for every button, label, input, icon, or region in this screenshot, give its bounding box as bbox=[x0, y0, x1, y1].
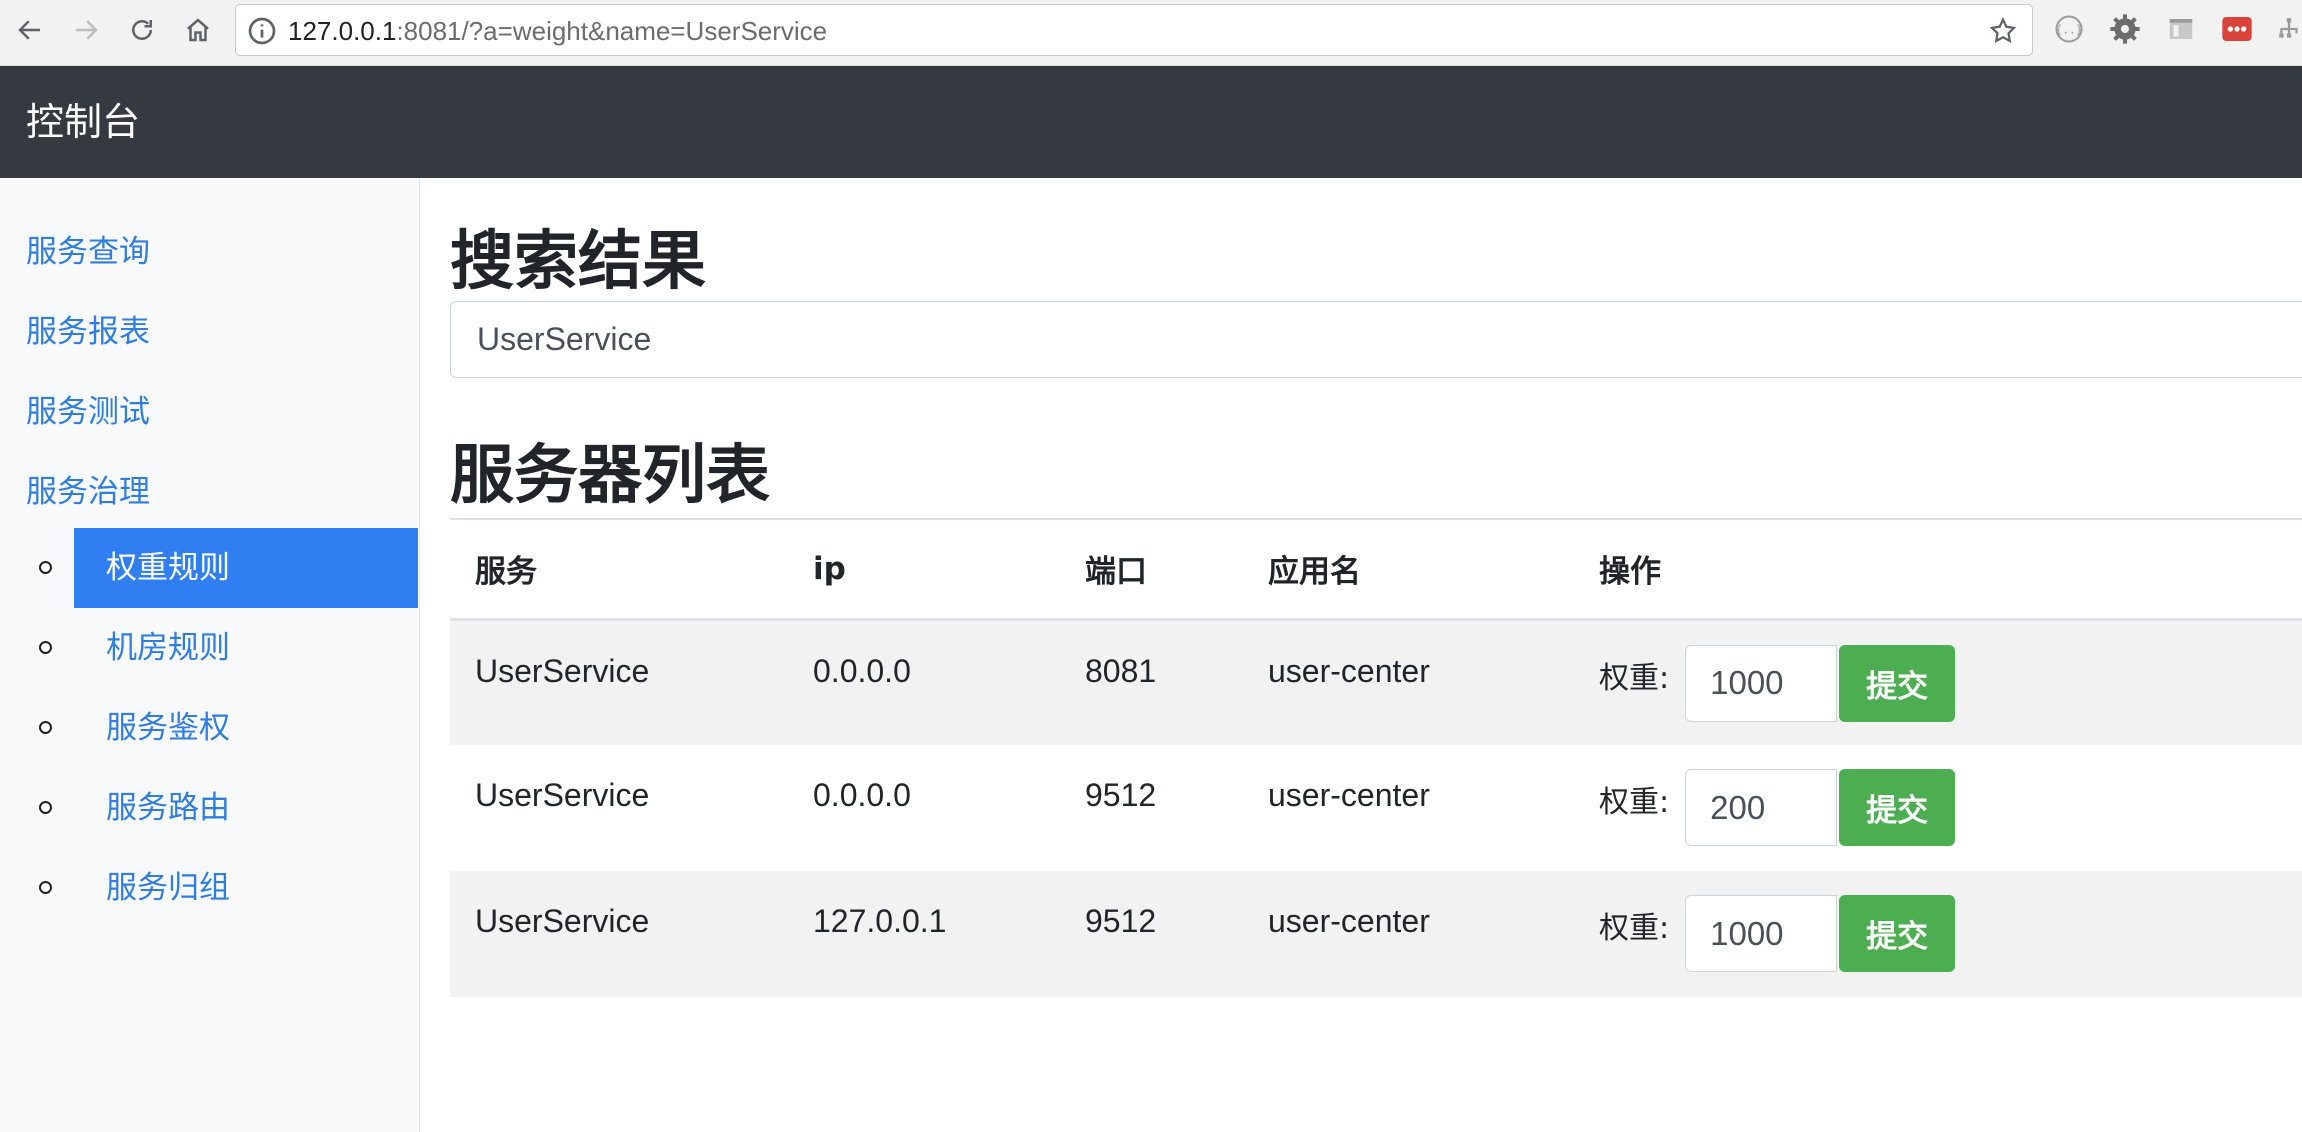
table-row: UserService 0.0.0.0 8081 user-center 权重:… bbox=[450, 619, 2302, 745]
submit-button[interactable]: 提交 bbox=[1839, 769, 1956, 846]
info-icon[interactable] bbox=[246, 15, 278, 47]
code-extension-icon[interactable]: {..} bbox=[2052, 12, 2086, 46]
sidebar-item-service-test[interactable]: 服务测试 bbox=[26, 386, 150, 431]
sidebar-subitem-datacenter-rules[interactable]: 机房规则 bbox=[0, 608, 420, 688]
weight-label: 权重: bbox=[1599, 785, 1670, 820]
back-arrow-icon[interactable] bbox=[8, 8, 52, 52]
cell-app: user-center bbox=[1243, 871, 1574, 997]
lastpass-icon[interactable] bbox=[2220, 12, 2254, 46]
server-table: 服务 ip 端口 应用名 操作 UserService 0.0.0.0 8081… bbox=[450, 518, 2302, 997]
sidebar-subitem-label[interactable]: 服务路由 bbox=[74, 768, 418, 848]
sidebar-item-service-report[interactable]: 服务报表 bbox=[26, 306, 150, 351]
url-path: :8081/?a=weight&name=UserService bbox=[396, 16, 828, 46]
cell-app: user-center bbox=[1268, 777, 1430, 813]
reload-icon[interactable] bbox=[120, 8, 164, 52]
bookmark-star-icon[interactable] bbox=[1988, 16, 2018, 46]
layout-extension-icon[interactable] bbox=[2164, 12, 2198, 46]
list-bullet bbox=[39, 881, 52, 894]
column-header-service: 服务 bbox=[450, 518, 788, 621]
browser-toolbar: 127.0.0.1:8081/?a=weight&name=UserServic… bbox=[0, 0, 2302, 66]
weight-input[interactable] bbox=[1685, 769, 1838, 846]
list-bullet bbox=[39, 801, 52, 814]
sidebar-subitem-service-routing[interactable]: 服务路由 bbox=[0, 768, 420, 848]
list-bullet bbox=[39, 641, 52, 654]
cell-app: user-center bbox=[1243, 619, 1574, 745]
brand-title[interactable]: 控制台 bbox=[26, 66, 140, 178]
list-bullet bbox=[39, 721, 52, 734]
column-header-ip: ip bbox=[788, 518, 1060, 621]
sidebar-subitem-service-auth[interactable]: 服务鉴权 bbox=[0, 688, 420, 768]
column-header-port: 端口 bbox=[1060, 518, 1243, 621]
cell-service: UserService bbox=[450, 619, 788, 745]
cell-ip: 0.0.0.0 bbox=[813, 777, 911, 813]
cell-ip: 127.0.0.1 bbox=[788, 871, 1060, 997]
sidebar-subitem-label[interactable]: 服务归组 bbox=[74, 848, 418, 928]
weight-input[interactable] bbox=[1685, 644, 1838, 722]
cell-operation: 权重: 提交 bbox=[1574, 619, 2302, 745]
sidebar-subitem-weight-rules[interactable]: 权重规则 bbox=[0, 528, 420, 608]
search-input[interactable] bbox=[450, 301, 2302, 378]
sidebar-item-service-governance[interactable]: 服务治理 bbox=[26, 466, 150, 511]
cell-service: UserService bbox=[450, 871, 788, 997]
top-navbar: 控制台 bbox=[0, 66, 2302, 178]
svg-text:{..}: {..} bbox=[2055, 23, 2082, 36]
submit-button[interactable]: 提交 bbox=[1839, 644, 1956, 722]
sidebar-item-service-query[interactable]: 服务查询 bbox=[26, 226, 150, 271]
forward-arrow-icon[interactable] bbox=[64, 8, 108, 52]
sidebar: 服务查询 服务报表 服务测试 服务治理 权重规则 机房规则 服务鉴权 服务路由 … bbox=[0, 178, 420, 1132]
submit-button[interactable]: 提交 bbox=[1839, 895, 1956, 972]
home-icon[interactable] bbox=[176, 8, 220, 52]
cell-ip: 0.0.0.0 bbox=[788, 619, 1060, 745]
url-text: 127.0.0.1:8081/?a=weight&name=UserServic… bbox=[288, 5, 827, 57]
table-row: UserService 0.0.0.0 9512 user-center 权重:… bbox=[450, 745, 2302, 871]
server-list-heading: 服务器列表 bbox=[450, 439, 770, 513]
cell-port: 9512 bbox=[1085, 777, 1157, 813]
cell-service: UserService bbox=[475, 777, 650, 813]
weight-label: 权重: bbox=[1599, 660, 1670, 696]
list-bullet bbox=[39, 561, 52, 574]
column-header-operation: 操作 bbox=[1574, 518, 2302, 621]
sidebar-subitem-label[interactable]: 机房规则 bbox=[74, 608, 418, 688]
url-host: 127.0.0.1 bbox=[288, 16, 397, 46]
sidebar-subitem-service-grouping[interactable]: 服务归组 bbox=[0, 848, 420, 928]
sitemap-icon[interactable] bbox=[2276, 12, 2302, 46]
weight-label: 权重: bbox=[1599, 911, 1670, 946]
gear-icon[interactable] bbox=[2108, 12, 2142, 46]
weight-input[interactable] bbox=[1685, 895, 1838, 972]
table-header-row: 服务 ip 端口 应用名 操作 bbox=[450, 518, 2302, 621]
column-header-app-name: 应用名 bbox=[1243, 518, 1574, 621]
cell-port: 8081 bbox=[1060, 619, 1243, 745]
cell-port: 9512 bbox=[1060, 871, 1243, 997]
cell-operation: 权重: 提交 bbox=[1574, 745, 2302, 871]
table-row: UserService 127.0.0.1 9512 user-center 权… bbox=[450, 871, 2302, 997]
sidebar-subitem-label[interactable]: 权重规则 bbox=[74, 528, 418, 608]
sidebar-subitem-label[interactable]: 服务鉴权 bbox=[74, 688, 418, 768]
cell-operation: 权重: 提交 bbox=[1574, 871, 2302, 997]
address-bar[interactable]: 127.0.0.1:8081/?a=weight&name=UserServic… bbox=[235, 4, 2033, 56]
search-results-heading: 搜索结果 bbox=[450, 225, 706, 299]
